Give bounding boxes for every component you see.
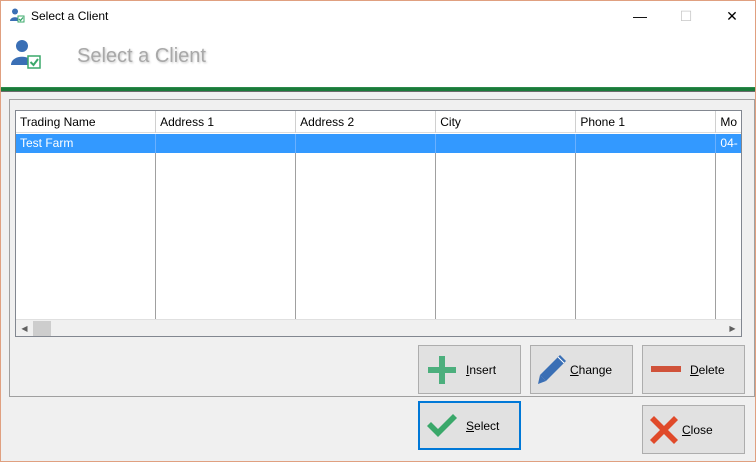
user-check-icon <box>11 40 41 69</box>
x-icon <box>650 416 678 444</box>
clients-grid[interactable]: Trading Name Address 1 Address 2 City Ph… <box>15 110 742 337</box>
close-button[interactable]: Close <box>642 405 745 454</box>
table-row[interactable]: Test Farm 04- <box>16 134 741 153</box>
cell-address-1 <box>156 134 297 153</box>
pencil-icon <box>538 355 566 384</box>
maximize-button[interactable]: ☐ <box>663 1 709 31</box>
close-icon: ✕ <box>726 7 738 24</box>
select-button[interactable]: Select <box>418 401 521 450</box>
insert-button[interactable]: Insert <box>418 345 521 394</box>
insert-label: Insert <box>466 363 497 377</box>
select-label: Select <box>466 419 500 433</box>
scrollbar-thumb[interactable] <box>33 321 51 336</box>
user-check-icon <box>10 8 25 23</box>
delete-label: Delete <box>690 363 725 377</box>
minimize-button[interactable]: — <box>617 1 663 31</box>
dialog-header: Select a Client <box>1 31 755 87</box>
column-header-phone-1[interactable]: Phone 1 <box>576 111 717 133</box>
maximize-icon: ☐ <box>679 7 693 24</box>
change-button[interactable]: Change <box>530 345 633 394</box>
plus-icon <box>428 356 456 384</box>
page-title: Select a Client <box>77 45 206 67</box>
grid-body <box>16 153 741 319</box>
cell-phone-1 <box>576 134 717 153</box>
horizontal-scrollbar[interactable]: ◀ ▶ <box>16 319 741 336</box>
window-title: Select a Client <box>31 9 109 23</box>
delete-button[interactable]: Delete <box>642 345 745 394</box>
column-header-mobile[interactable]: Mo <box>716 111 741 133</box>
window-close-button[interactable]: ✕ <box>709 1 755 31</box>
cell-trading-name: Test Farm <box>16 134 157 153</box>
column-header-trading-name[interactable]: Trading Name <box>16 111 157 133</box>
minus-icon <box>651 366 681 372</box>
grid-header: Trading Name Address 1 Address 2 City Ph… <box>16 111 741 133</box>
header-divider-shadow <box>1 91 755 92</box>
cell-mobile: 04- <box>716 134 741 153</box>
column-header-city[interactable]: City <box>436 111 577 133</box>
change-label: Change <box>570 363 613 377</box>
column-header-address-2[interactable]: Address 2 <box>296 111 437 133</box>
title-bar: Select a Client — ☐ ✕ <box>1 1 755 31</box>
select-client-window: Select a Client — ☐ ✕ Select a Client Tr… <box>0 0 756 462</box>
minimize-icon: — <box>633 8 647 24</box>
close-label: Close <box>682 423 713 437</box>
cell-city <box>436 134 577 153</box>
scroll-left-icon[interactable]: ◀ <box>16 320 33 336</box>
cell-address-2 <box>296 134 437 153</box>
scroll-right-icon[interactable]: ▶ <box>724 320 741 336</box>
column-header-address-1[interactable]: Address 1 <box>156 111 297 133</box>
checkmark-icon <box>427 414 457 437</box>
